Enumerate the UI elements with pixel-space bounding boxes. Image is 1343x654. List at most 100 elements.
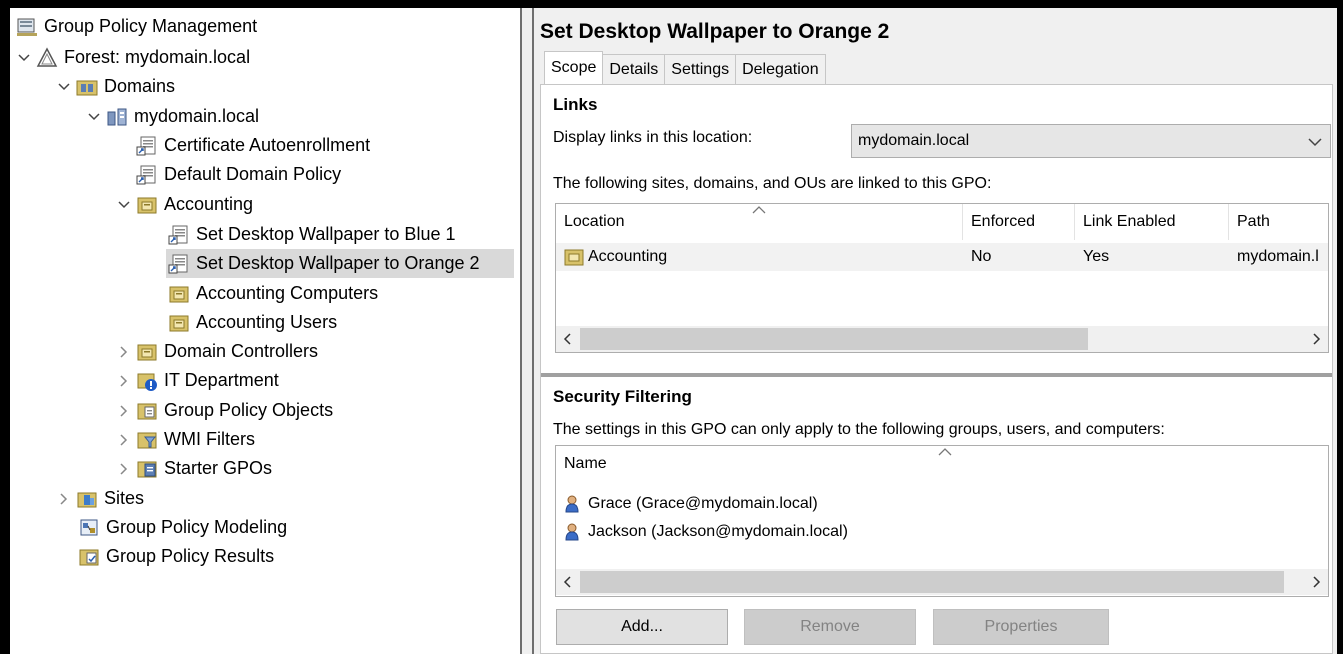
chevron-right-icon[interactable] [114,430,134,450]
column-location[interactable]: Location [556,204,963,240]
column-enforced[interactable]: Enforced [963,204,1075,240]
starter-gpo-folder-icon [136,458,158,480]
tree-item-accounting[interactable]: Accounting [114,190,259,219]
console-tree[interactable]: Group Policy Management Forest: mydomain… [10,8,520,654]
scope-tab-content: Links Display links in this location: my… [540,84,1333,654]
tab-details[interactable]: Details [602,54,666,84]
ou-folder-icon [564,247,584,267]
column-link-enabled[interactable]: Link Enabled [1075,204,1229,240]
links-horizontal-scrollbar[interactable] [556,326,1328,352]
chevron-right-icon[interactable] [114,401,134,421]
column-name[interactable]: Name [556,446,1328,482]
tree-item-default-domain-policy[interactable]: Default Domain Policy [134,160,347,189]
tree-item-gpo-objects[interactable]: Group Policy Objects [114,396,339,425]
chevron-right-icon[interactable] [114,459,134,479]
tree-item-cert-autoenrollment[interactable]: Certificate Autoenrollment [134,131,376,160]
results-icon [78,546,100,568]
tree-label: Group Policy Modeling [106,517,288,537]
links-heading: Links [553,95,598,114]
scroll-left-icon[interactable] [558,330,576,348]
tree-item-wmi-filters[interactable]: WMI Filters [114,425,261,454]
tree-item-it-department[interactable]: IT Department [114,366,285,395]
tree-item-wallpaper-blue[interactable]: Set Desktop Wallpaper to Blue 1 [166,220,461,249]
tree-item-gpm-root[interactable]: Group Policy Management [14,12,263,41]
tree-item-accounting-computers[interactable]: Accounting Computers [166,279,384,308]
tree-item-starter-gpos[interactable]: Starter GPOs [114,454,278,483]
console-icon [16,16,38,38]
sites-icon [76,488,98,510]
link-location-dropdown[interactable]: mydomain.local [851,124,1331,158]
gpo-link-icon [136,135,158,157]
wmi-folder-icon [136,429,158,451]
tree-label: Certificate Autoenrollment [164,135,371,155]
scrollbar-thumb[interactable] [580,328,1088,350]
chevron-right-icon[interactable] [114,371,134,391]
chevron-down-icon[interactable] [14,48,34,68]
cell-enforced: No [971,248,992,265]
column-path[interactable]: Path [1229,204,1328,240]
security-filtering-list[interactable]: Name Grace (Grace@mydomain.local) Jackso… [555,445,1329,597]
tree-label: Set Desktop Wallpaper to Orange 2 [196,253,480,273]
remove-button[interactable]: Remove [744,609,916,645]
display-links-label: Display links in this location: [553,129,753,146]
tree-label: Group Policy Objects [164,400,334,420]
list-item[interactable]: Grace (Grace@mydomain.local) [564,490,818,518]
table-row[interactable]: Accounting No Yes mydomain.l [556,243,1328,271]
window-frame-right [1337,0,1343,654]
user-icon [564,522,584,542]
tree-label: Domains [104,76,176,96]
user-name: Grace (Grace@mydomain.local) [588,495,818,512]
tab-delegation[interactable]: Delegation [735,54,826,84]
tree-label: Group Policy Management [44,16,258,36]
tree-label: Domain Controllers [164,341,319,361]
links-list[interactable]: Location Enforced Link Enabled Path Acco… [555,203,1329,353]
tree-item-domain[interactable]: mydomain.local [84,102,265,131]
domains-folder-icon [76,76,98,98]
tree-label: Forest: mydomain.local [64,47,251,67]
properties-button[interactable]: Properties [933,609,1109,645]
pane-splitter[interactable] [520,8,534,654]
tree-item-wallpaper-orange[interactable]: Set Desktop Wallpaper to Orange 2 [166,249,514,278]
link-location-value: mydomain.local [858,132,970,149]
chevron-down-icon[interactable] [84,107,104,127]
details-pane: Set Desktop Wallpaper to Orange 2 Scope … [534,8,1337,654]
tree-label: Default Domain Policy [164,164,342,184]
scrollbar-thumb[interactable] [580,571,1284,593]
chevron-right-icon[interactable] [54,489,74,509]
gpo-title: Set Desktop Wallpaper to Orange 2 [540,20,890,43]
list-item[interactable]: Jackson (Jackson@mydomain.local) [564,518,848,546]
user-name: Jackson (Jackson@mydomain.local) [588,523,848,540]
tab-strip: Scope Details Settings Delegation [544,51,826,84]
scroll-right-icon[interactable] [1308,573,1326,591]
tree-label: Sites [104,488,145,508]
window-frame-top [0,0,1343,8]
tree-item-gp-modeling[interactable]: Group Policy Modeling [76,513,293,542]
tree-label: Accounting Computers [196,283,379,303]
chevron-down-icon [1308,134,1322,152]
cell-path: mydomain.l [1237,248,1319,265]
scroll-left-icon[interactable] [558,573,576,591]
domain-icon [106,106,128,128]
tree-item-gp-results[interactable]: Group Policy Results [76,542,280,571]
tab-scope[interactable]: Scope [544,51,604,84]
chevron-right-icon[interactable] [114,342,134,362]
tree-item-forest[interactable]: Forest: mydomain.local [14,43,256,72]
cell-link-enabled: Yes [1083,248,1110,265]
ou-folder-icon [136,194,158,216]
cell-location: Accounting [588,248,668,265]
security-horizontal-scrollbar[interactable] [556,569,1328,595]
chevron-down-icon[interactable] [54,77,74,97]
add-button[interactable]: Add... [556,609,728,645]
gpo-link-icon [136,164,158,186]
tree-item-accounting-users[interactable]: Accounting Users [166,308,343,337]
scroll-right-icon[interactable] [1308,330,1326,348]
tree-item-domains[interactable]: Domains [54,72,181,101]
tree-item-domain-controllers[interactable]: Domain Controllers [114,337,324,366]
tree-label: Set Desktop Wallpaper to Blue 1 [196,224,456,244]
modeling-icon [78,517,100,539]
ou-blocked-inheritance-icon [136,370,158,392]
section-divider [541,373,1332,377]
tree-item-sites[interactable]: Sites [54,484,150,513]
chevron-down-icon[interactable] [114,195,134,215]
tab-settings[interactable]: Settings [664,54,737,84]
